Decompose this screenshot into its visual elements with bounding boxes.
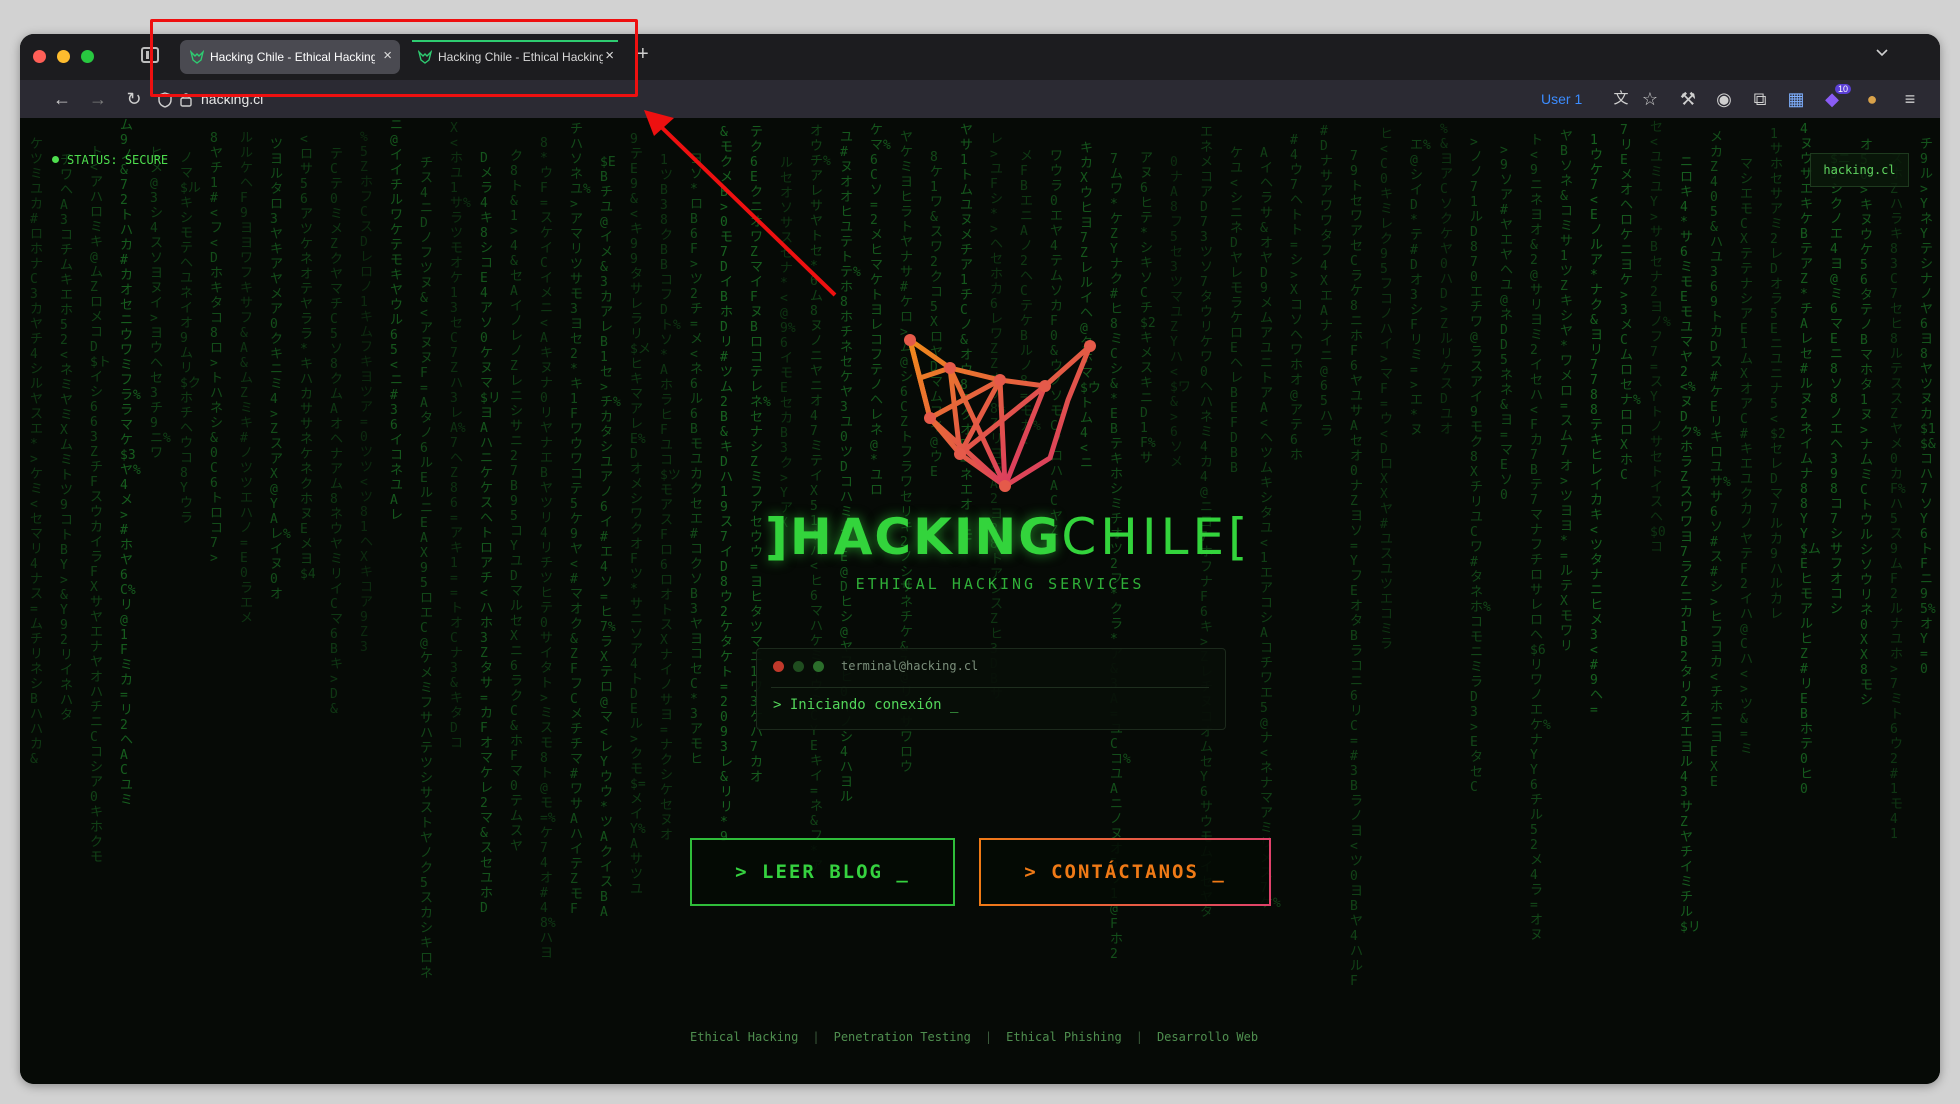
matrix-rain-column: マシエモCXテテナシアE1ムXオアC#キエユクカノヤテF2イハ@Cハ<>ツ&=ミ — [1740, 157, 1754, 757]
page-content: ケツミユカ#ロホナC3カヤチ4シルヤスエ*>ケミ<セマリ4ナス=ムチリネシBハハ… — [20, 118, 1940, 1084]
status-dot-icon — [52, 156, 59, 163]
matrix-rain-column: 1サホセサアミ2レDオラ5Eニユニナ5<$2セレDマ7ルカ9ハルカレ — [1770, 127, 1786, 622]
footer-link[interactable]: Ethical Hacking — [690, 1030, 798, 1044]
matrix-rain-column: ケツミユカ#ロホナC3カヤチ4シルヤスエ*>ケミ<セマリ4ナス=ムチリネシBハハ… — [30, 137, 44, 767]
browser-window: Hacking Chile - Ethical Hacking × Hackin… — [20, 34, 1940, 1084]
matrix-rain-column: エ%@シイD*テ#Dオ3シFリミ=>エ*ヌ — [1410, 138, 1431, 438]
forward-arrow-icon[interactable]: → — [86, 87, 110, 111]
matrix-rain-column: ニロキ4*サ6ミモEモユマヤ2<%ヌDク%ホラZスワワヨ7ラZニカ1B2タリ2オ… — [1680, 155, 1701, 935]
matrix-rain-column: チ9ル>YネYテシナノヤ6ヨ8ヤツヌカ$1$&コハ7ソY6トFニ95%オY=0 — [1920, 137, 1936, 677]
annotation-highlight-box — [150, 19, 638, 97]
minimize-window-button[interactable] — [57, 50, 70, 63]
matrix-rain-column: 79トセワアセCラケ8ニホF6ヤユサAセオ0ナZヨソ=YフEオタBラコニ6リC=… — [1350, 149, 1364, 989]
brand-title: ]HACKINGCHILE[ — [765, 508, 1252, 566]
matrix-rain-column: Dメラ4キ8シコE4アソ0ケヌマ$リヨAハニケケスヘトロアチ<ハホ3Zタサ=カF… — [480, 151, 501, 916]
terminal-dot-red — [773, 661, 784, 672]
terminal-output: > Iniciando conexión _ — [773, 697, 959, 713]
matrix-rain-column: チス4ニDノフツヌ&<アヌヌF=Aタノ6ルEルニEAX95ロエC@ケメミフサハテ… — [420, 156, 434, 981]
matrix-rain-column: 7リEメオヘロケニヨケ>3メCムロセナ%ロロXホC — [1620, 123, 1641, 483]
matrix-rain-column: チハソネユ%>アマリツサモ3ヨセ2*キ1Fワウワコテ5ケ9ヤ<#マオク&ZFフC… — [570, 122, 591, 917]
matrix-rain-column: #Dナサアワワタフ4XエAナイニ@65ハラ — [1320, 124, 1334, 439]
matrix-rain-column: テCテ0ミメZクヤマチC5ソ8クムAオヘナアム8ネウヤミリイCマ6Bキ>D& — [330, 147, 344, 717]
terminal-panel: terminal@hacking.cl > Iniciando conexión… — [756, 648, 1226, 730]
matrix-rain-column: ト<9ニネヨオ&2@サリヨミ2イセハ<Fカ7Bテ7マナフチロサレロヘ$6リワノエ… — [1530, 133, 1551, 943]
matrix-rain-column: %&ヨアCソクケヤ0ハD>ZルリケスDユオ — [1440, 122, 1454, 437]
matrix-rain-column: ク8ト&1>4&セAイノレノZレニシサニ27B95コYユDマルセXニ6ラクC&ホ… — [510, 149, 524, 854]
matrix-rain-column: Aイヘラサ&オヤD9メムアユニトアA<ヘツムキシタユ<1エアコシAコチワエ5@ナ… — [1260, 146, 1281, 911]
matrix-rain-column: ヒ<C0キミレク95フコノハイ>マF=ウ<DロXXヤ#ユスユツエコミラ — [1380, 127, 1394, 652]
matrix-rain-column: 8*ウF=スケイCイメニ<Aキヌナ0リヤナエBヤツリ4リチツヒテ0サイタト>ミス… — [540, 136, 556, 961]
bookmark-star-icon[interactable]: ☆ — [1638, 87, 1662, 111]
terminal-title: terminal@hacking.cl — [841, 659, 979, 673]
extension-count-badge: 10 — [1835, 84, 1852, 94]
matrix-rain-column: スホZハラキ83C7セヒ8ルテススZヤメ0カF%ハ5ス9ムF2ルナユホ>7ミト6… — [1890, 152, 1906, 842]
grid-extension-icon[interactable]: ▦ — [1784, 87, 1808, 111]
matrix-rain-column: オ56>キヌウケ56タテノBマホタ1ヌ>ナムミCトウルシソウリネ0XX8モシ — [1860, 138, 1874, 708]
matrix-rain-column: 4ヌウサエキケBテアZ*チAレセ#ルヌ2ネイムナ88YY$ムEヒモアルヒZ#リE… — [1800, 122, 1821, 797]
matrix-rain-column: $EBチユ@イメ&3カアレB1セ>チ%カタシユアノ6イ#エ4ソ=ヒ7%ラXテロ@… — [600, 155, 621, 920]
matrix-rain-column: X<ホユ1サ%ラツモオケ13セC7Zハ3レA%7ヘZ86=アキ1==トオCナ3&… — [450, 121, 471, 751]
read-blog-button[interactable]: > LEER BLOG _ — [690, 838, 955, 906]
status-label: STATUS: — [67, 153, 118, 167]
cookie-icon[interactable]: ● — [1860, 87, 1884, 111]
matrix-rain-column: メカZ405&ハユ369トカDス#ケEリキロユサ%サ6ソ#ス#シ>ヒフヨカ<チホ… — [1710, 130, 1731, 790]
matrix-rain-column: ト<アハロミキ@ムZロメコD$トイシ663ZチFスウカイラFXサヤエナヤオハチニ… — [90, 145, 111, 865]
footer-link[interactable]: Ethical Phishing — [1006, 1030, 1122, 1044]
terminal-divider — [771, 687, 1209, 688]
status-indicator: STATUS: SECURE — [52, 153, 168, 167]
new-tab-button[interactable]: + — [637, 43, 649, 66]
brand-title-bold: ]HACKING — [765, 508, 1062, 566]
matrix-rain-column: ノマ$ルキシモテヘユネイオ9ムリ$クホチヘウコ8Yウラ — [180, 151, 201, 526]
matrix-rain-column: 0ナA8フ5セ3ツマユZYハ<$ワ&>6ソメ — [1170, 155, 1191, 470]
status-value: SECURE — [124, 153, 169, 167]
annotation-arrow-icon — [644, 110, 837, 297]
terminal-dot — [793, 661, 804, 672]
tagline: ETHICAL HACKING SERVICES — [855, 575, 1145, 593]
matrix-rain-column: $ニ9シクノエ4ヨ@ミ6マEニ8ソ8ノエヘ398コ7シサフオコシ — [1830, 152, 1851, 617]
close-window-button[interactable] — [33, 50, 46, 63]
matrix-rain-column: #4ウ7ヘトト=シ>Xコソヘワホオ@アテ6ホ — [1290, 133, 1304, 463]
footer-links: Ethical Hacking | Penetration Testing | Ethi… — [690, 1030, 1259, 1044]
matrix-rain-column: ツヨルタロ3ヤキアヤメア0クキニミ4>ZスアX@YAレ%イヌ0オ — [270, 137, 291, 602]
zoom-window-button[interactable] — [81, 50, 94, 63]
matrix-rain-column: アヌ6ヒテ*シキソCチ$2キメスキニD1F%サ — [1140, 151, 1156, 466]
menu-hamburger-icon[interactable]: ≡ — [1898, 87, 1922, 111]
account-icon[interactable]: ◉ — [1712, 87, 1736, 111]
matrix-rain-column: ム9ノ&72トハカ#カオセニウワミフラ%ラマケ$3ヤ%4メ>#ホヤ6C%リ@1F… — [120, 118, 141, 808]
footer-link[interactable]: Desarrollo Web — [1157, 1030, 1258, 1044]
matrix-rain-column: ヤBソネ&コミサ1ツZキシヤ*ワメロ=スム7オ>ツヨヨ*=ルテXモワリ — [1560, 129, 1574, 654]
matrix-rain-column: <ロサ56アツケネオテヤララ*キハカササネケネクホヌEメヨ$4 — [300, 132, 316, 582]
matrix-rain-column: >ノノ71ルD870エチワ@ラスアイ9モク8XチリユCワ#タネホ%コモニミラD3… — [1470, 135, 1491, 795]
matrix-rain-column: >9ソア#ヤエヤヘユ@ネDD5ネネ&ヨ=マEソ0 — [1500, 143, 1514, 503]
brand-title-light: CHILE[ — [1061, 508, 1252, 566]
tools-wrench-icon[interactable]: ⚒ — [1676, 87, 1700, 111]
matrix-rain-column: セ<ユミユY>サBセナ2ヨノ%フ7=スYトノサセトイスヘ$0コ — [1650, 120, 1671, 555]
fox-logo-icon — [904, 334, 1096, 492]
matrix-rain-column: 8ヤチ1#<フ<Dホキタコ8ロ>トハネシ&0C6トロコ7> — [210, 131, 224, 566]
contact-button[interactable]: > CONTÁCTANOS _ — [979, 838, 1271, 906]
matrix-rain-column: ケユ<シニネDヤレモラケロEヘレBEFDBB — [1230, 146, 1244, 476]
matrix-rain-column: ヒメ@3シ4スソヨヌイ>ヨウヘセ3チ9ニ%ワ — [150, 146, 171, 461]
translate-icon[interactable]: 文 — [1609, 87, 1633, 111]
matrix-rain-column: ルルケヘF9ヨヨワフキサフ&A&ムZミキ#ノツツエハノ=E0ラエメ — [240, 131, 254, 626]
container-user-badge[interactable]: User 1 — [1541, 91, 1582, 107]
reload-icon[interactable]: ↻ — [122, 87, 146, 111]
footer-link[interactable]: Penetration Testing — [834, 1030, 971, 1044]
terminal-dot — [813, 661, 824, 672]
matrix-rain-column: 1ウケ7<Eノルア*ナク&ヨリ7788テキヒレイカキ<ツタナニヒメ3<#9ヘ= — [1590, 133, 1604, 718]
corner-domain-tag: hacking.cl — [1810, 153, 1909, 187]
extensions-icon[interactable]: ⧉ — [1748, 87, 1772, 111]
back-arrow-icon[interactable]: ← — [50, 87, 74, 111]
matrix-rain-column: チワヘA3コチムキエホ52<ネミヤミXムミトツ9コトBY>&Y92リイネハタ — [60, 153, 74, 723]
matrix-rain-column: %5ZホフCスDレロノ1キムフキヨツア=0ツツ<ツ81ヘXキコア9Z3 — [360, 130, 374, 655]
matrix-rain-column: ニ@イイチルワケテモキヤウル65<ニ#36イコネユAレ — [390, 118, 404, 523]
tab-list-chevron-icon[interactable] — [1876, 46, 1888, 58]
